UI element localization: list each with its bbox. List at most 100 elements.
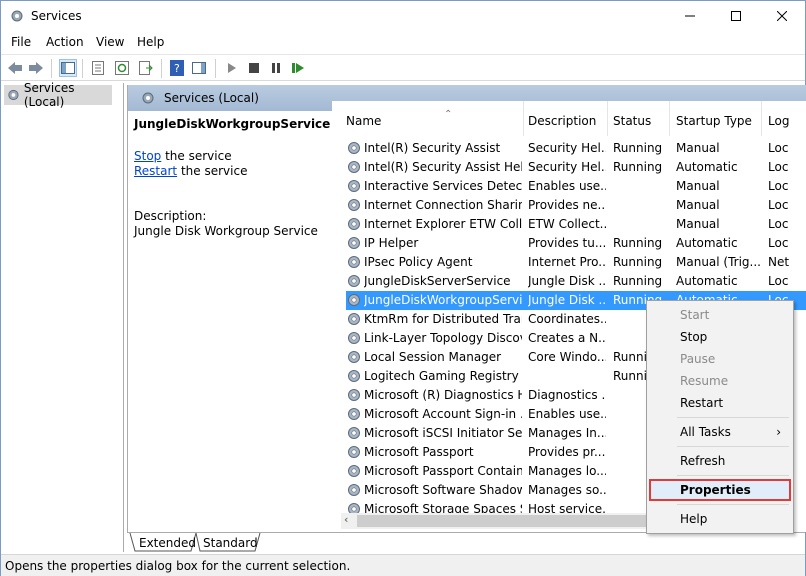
- service-log-on-as: Loc: [768, 160, 789, 174]
- stop-service-line: Stop the service: [134, 149, 232, 163]
- stop-service-button[interactable]: [245, 59, 263, 77]
- service-row[interactable]: Internet Explorer ETW Colle... ETW Collec…: [332, 215, 806, 234]
- service-gear-icon: [348, 446, 360, 458]
- pause-icon: [272, 63, 280, 73]
- menu-view[interactable]: View: [96, 35, 124, 49]
- back-button[interactable]: [6, 59, 24, 77]
- menu-item-help[interactable]: Help: [649, 508, 791, 530]
- menu-item-resume[interactable]: Resume: [649, 370, 791, 392]
- service-row[interactable]: IPsec Policy Agent Internet Pro... Running…: [332, 253, 806, 272]
- menu-item-all-tasks[interactable]: All Tasks ›: [649, 421, 791, 443]
- pane-header-title: Services (Local): [164, 91, 259, 105]
- column-header-startup-type[interactable]: Startup Type: [670, 101, 762, 136]
- refresh-icon: [115, 61, 129, 75]
- menu-file[interactable]: File: [11, 35, 31, 49]
- service-log-on-as: Loc: [768, 236, 789, 250]
- service-name: Microsoft Software Shadow...: [364, 483, 522, 497]
- service-row[interactable]: Interactive Services Detection Enables us…: [332, 177, 806, 196]
- service-description: Security Hel...: [528, 160, 606, 174]
- service-description: Enables use...: [528, 407, 606, 421]
- service-name: Intel(R) Security Assist Helper: [364, 160, 522, 174]
- submenu-arrow-icon: ›: [776, 425, 781, 439]
- forward-arrow-icon: [29, 62, 43, 74]
- service-startup-type: Manual: [676, 141, 720, 155]
- column-header-log-on-as[interactable]: Log: [762, 101, 806, 136]
- properties-icon: [92, 61, 104, 75]
- close-icon: [777, 11, 787, 21]
- view-tabs: Extended Standard: [127, 532, 805, 553]
- horizontal-scrollbar[interactable]: ‹: [341, 513, 659, 529]
- toolbar-separator: [215, 59, 216, 78]
- column-header-status[interactable]: Status: [608, 101, 670, 136]
- status-bar: Opens the properties dialog box for the …: [1, 554, 805, 576]
- menu-separator: [677, 475, 789, 476]
- menu-item-refresh[interactable]: Refresh: [649, 450, 791, 472]
- menu-action[interactable]: Action: [46, 35, 84, 49]
- stop-service-link[interactable]: Stop: [134, 149, 161, 163]
- start-service-button[interactable]: [223, 59, 241, 77]
- console-tree: Services (Local): [2, 81, 124, 552]
- tab-standard[interactable]: Standard: [195, 533, 266, 553]
- service-gear-icon: [348, 275, 360, 287]
- minimize-button[interactable]: [667, 1, 713, 31]
- service-row[interactable]: Intel(R) Security Assist Helper Security …: [332, 158, 806, 177]
- service-startup-type: Manual (Trig...: [676, 255, 760, 269]
- show-hide-console-tree-button[interactable]: [59, 59, 77, 77]
- scroll-left-icon[interactable]: ‹: [344, 513, 348, 526]
- service-gear-icon: [348, 408, 360, 420]
- service-description: ETW Collect...: [528, 217, 606, 231]
- service-startup-type: Automatic: [676, 274, 738, 288]
- service-name: KtmRm for Distributed Tran...: [364, 312, 522, 326]
- tab-extended[interactable]: Extended: [131, 533, 204, 553]
- restart-service-line: Restart the service: [134, 164, 247, 178]
- service-gear-icon: [348, 484, 360, 496]
- show-action-pane-button[interactable]: [190, 59, 208, 77]
- tree-item-services-local[interactable]: Services (Local): [4, 81, 112, 109]
- action-pane-icon: [192, 62, 206, 74]
- service-description: Coordinates...: [528, 312, 606, 326]
- refresh-toolbar-button[interactable]: [113, 59, 131, 77]
- help-toolbar-button[interactable]: ?: [168, 59, 186, 77]
- toolbar-separator: [82, 59, 83, 78]
- column-header-name[interactable]: ⌃ Name: [346, 101, 524, 136]
- service-name: Link-Layer Topology Discov...: [364, 331, 522, 345]
- pause-service-button[interactable]: [267, 59, 285, 77]
- service-row[interactable]: IP Helper Provides tu... Running Automatic L…: [332, 234, 806, 253]
- service-name: Local Session Manager: [364, 350, 502, 364]
- resume-service-button[interactable]: [289, 59, 307, 77]
- horizontal-scroll-thumb[interactable]: [357, 515, 647, 527]
- menu-item-stop[interactable]: Stop: [649, 326, 791, 348]
- service-description: Internet Pro...: [528, 255, 606, 269]
- forward-button[interactable]: [27, 59, 45, 77]
- menu-item-restart[interactable]: Restart: [649, 392, 791, 414]
- services-gear-icon: [8, 89, 19, 101]
- service-name: IP Helper: [364, 236, 419, 250]
- service-name: Internet Explorer ETW Colle...: [364, 217, 522, 231]
- service-row[interactable]: Intel(R) Security Assist Security Hel... R…: [332, 139, 806, 158]
- services-gear-icon: [142, 92, 154, 104]
- service-row[interactable]: JungleDiskServerService Jungle Disk ... Ru…: [332, 272, 806, 291]
- properties-toolbar-button[interactable]: [89, 59, 107, 77]
- minimize-icon: [685, 15, 695, 17]
- menu-item-properties[interactable]: Properties: [649, 479, 791, 501]
- menu-item-start[interactable]: Start: [649, 304, 791, 326]
- column-header-description[interactable]: Description: [524, 101, 608, 136]
- stop-suffix: the service: [161, 149, 232, 163]
- export-list-button[interactable]: [137, 59, 155, 77]
- services-window: Services File Action View Help ? Service…: [0, 0, 806, 576]
- service-status: Running: [613, 141, 663, 155]
- service-row[interactable]: Internet Connection Sharin... Provides ne…: [332, 196, 806, 215]
- menu-item-pause[interactable]: Pause: [649, 348, 791, 370]
- menu-separator: [677, 504, 789, 505]
- service-name: Microsoft Passport Container: [364, 464, 522, 478]
- service-log-on-as: Loc: [768, 217, 789, 231]
- service-name: Logitech Gaming Registry S...: [364, 369, 522, 383]
- restart-service-link[interactable]: Restart: [134, 164, 177, 178]
- maximize-button[interactable]: [713, 1, 759, 31]
- menu-help[interactable]: Help: [137, 35, 164, 49]
- menu-separator: [677, 417, 789, 418]
- close-button[interactable]: [759, 1, 805, 31]
- service-description: Enables use...: [528, 179, 606, 193]
- service-name: Microsoft Passport: [364, 445, 474, 459]
- restart-suffix: the service: [177, 164, 248, 178]
